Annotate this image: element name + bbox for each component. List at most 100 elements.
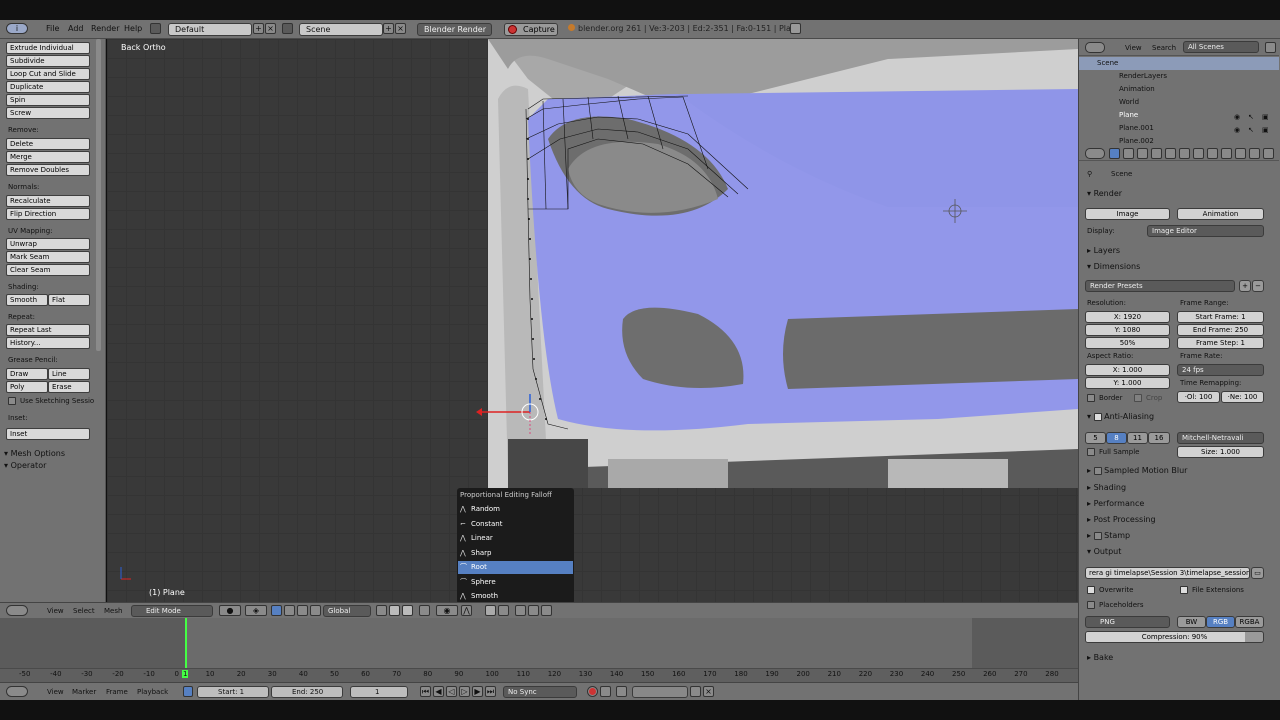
stamp-checkbox[interactable] (1093, 531, 1102, 540)
fullscreen-icon[interactable] (790, 23, 801, 34)
timeline[interactable]: -50 -40 -30 -20 -10 0 10 20 30 40 50 60 70 80 90 100 110… (0, 618, 1078, 682)
aa-filter-select[interactable]: Mitchell-Netravali (1177, 432, 1264, 444)
jump-start-icon[interactable]: ⏮ (420, 686, 431, 697)
display-select[interactable]: Image Editor (1147, 225, 1264, 237)
poly-button[interactable]: Poly (6, 381, 48, 393)
next-keyframe-icon[interactable]: ▶ (472, 686, 483, 697)
outliner-search-menu[interactable]: Search (1152, 42, 1176, 54)
render-engine-select[interactable]: Blender Render (417, 23, 492, 36)
tl-view-menu[interactable]: View (47, 686, 64, 698)
time-remap-new-field[interactable]: ·Ne: 100 (1221, 391, 1264, 403)
color-rgba-button[interactable]: RGBA (1235, 616, 1264, 628)
keying-icon[interactable] (600, 686, 611, 697)
orientation-select[interactable]: Global (323, 605, 371, 617)
color-rgb-button[interactable]: RGB (1206, 616, 1235, 628)
render-tab-icon[interactable] (1109, 148, 1120, 159)
keying-set-icon[interactable] (616, 686, 627, 697)
outliner-row-renderlayers[interactable]: RenderLayers (1079, 70, 1279, 83)
file-format-select[interactable]: PNG (1085, 616, 1170, 628)
limit-selection-icon[interactable] (419, 605, 430, 616)
erase-button[interactable]: Erase (48, 381, 90, 393)
aa-samples-16[interactable]: 16 (1148, 432, 1170, 444)
aspect-y-field[interactable]: Y: 1.000 (1085, 377, 1170, 389)
properties-editor-icon[interactable] (1085, 148, 1105, 159)
mesh-options-panel[interactable]: ▾ Mesh Options (4, 449, 65, 458)
data-tab-icon[interactable] (1193, 148, 1204, 159)
falloff-constant[interactable]: ⌐ Constant (458, 518, 573, 531)
menu-render[interactable]: Render (91, 22, 119, 36)
material-tab-icon[interactable] (1207, 148, 1218, 159)
start-frame-field[interactable]: Start: 1 (197, 686, 269, 698)
resolution-percentage-field[interactable]: 50% (1085, 337, 1170, 349)
outliner-filter-select[interactable]: All Scenes (1183, 41, 1259, 53)
clear-seam-button[interactable]: Clear Seam (6, 264, 90, 276)
scene-tab-icon[interactable] (1123, 148, 1134, 159)
inset-button[interactable]: Inset (6, 428, 90, 440)
falloff-icon[interactable]: ⋀ (461, 605, 472, 616)
world-tab-icon[interactable] (1137, 148, 1148, 159)
full-sample-checkbox[interactable] (1087, 448, 1095, 456)
dimensions-panel-header[interactable]: ▾ Dimensions (1087, 262, 1140, 271)
scene-icon[interactable] (282, 23, 293, 34)
outliner-view-menu[interactable]: View (1125, 42, 1142, 54)
render-anim-icon[interactable] (541, 605, 552, 616)
outliner-row-scene[interactable]: Scene (1079, 57, 1279, 70)
vertex-select-icon[interactable] (376, 605, 387, 616)
particles-tab-icon[interactable] (1235, 148, 1246, 159)
render-image-button[interactable]: Image (1085, 208, 1170, 220)
output-path-field[interactable]: rera gi timelapse\Session 3\timelapse_se… (1085, 567, 1250, 579)
loop-cut-button[interactable]: Loop Cut and Slide (6, 68, 90, 80)
scene-pin-icon[interactable]: ⚲ (1087, 170, 1092, 178)
frame-step-field[interactable]: Frame Step: 1 (1177, 337, 1264, 349)
flip-direction-button[interactable]: Flip Direction (6, 208, 90, 220)
aa-size-field[interactable]: Size: 1.000 (1177, 446, 1264, 458)
time-remap-old-field[interactable]: ·Ol: 100 (1177, 391, 1220, 403)
face-select-icon[interactable] (402, 605, 413, 616)
outliner-editor-icon[interactable] (1085, 42, 1105, 53)
texture-tab-icon[interactable] (1221, 148, 1232, 159)
menu-file[interactable]: File (46, 22, 59, 36)
history-button[interactable]: History... (6, 337, 90, 349)
delete-button[interactable]: Delete (6, 138, 90, 150)
viewport-shading-icon[interactable]: ● (219, 605, 241, 616)
remove-doubles-button[interactable]: Remove Doubles (6, 164, 90, 176)
subdivide-button[interactable]: Subdivide (6, 55, 90, 67)
aa-samples-8[interactable]: 8 (1106, 432, 1127, 444)
screw-button[interactable]: Screw (6, 107, 90, 119)
outliner-row-plane002[interactable]: Plane.002 (1079, 135, 1279, 145)
jump-end-icon[interactable]: ⏭ (485, 686, 496, 697)
draw-button[interactable]: Draw (6, 368, 48, 380)
layers-panel-header[interactable]: ▸ Layers (1087, 246, 1120, 255)
aa-samples-5[interactable]: 5 (1085, 432, 1106, 444)
play-icon[interactable]: ▷ (459, 686, 470, 697)
modifiers-tab-icon[interactable] (1179, 148, 1190, 159)
edge-select-icon[interactable] (389, 605, 400, 616)
scene-close-icon[interactable]: × (395, 23, 406, 34)
resolution-y-field[interactable]: Y: 1080 (1085, 324, 1170, 336)
flat-button[interactable]: Flat (48, 294, 90, 306)
bake-panel-header[interactable]: ▸ Bake (1087, 653, 1113, 662)
play-reverse-icon[interactable]: ◁ (446, 686, 457, 697)
mesh-menu[interactable]: Mesh (104, 605, 122, 617)
timeline-editor-icon[interactable] (6, 686, 28, 697)
scene-field[interactable]: Scene (299, 23, 383, 36)
snap-target-icon[interactable] (515, 605, 526, 616)
current-frame-field[interactable]: 1 (350, 686, 408, 698)
spin-button[interactable]: Spin (6, 94, 90, 106)
extra-tab-icon[interactable] (1263, 148, 1274, 159)
translate-icon[interactable] (284, 605, 295, 616)
outliner-search-icon[interactable] (1265, 42, 1276, 53)
mode-select[interactable]: Edit Mode (131, 605, 213, 617)
insert-keyframe-icon[interactable] (690, 686, 701, 697)
render-presets-select[interactable]: Render Presets (1085, 280, 1235, 292)
color-bw-button[interactable]: BW (1177, 616, 1206, 628)
stamp-panel-header[interactable]: ▸ Stamp (1087, 531, 1130, 540)
snap-element-icon[interactable] (498, 605, 509, 616)
tool-shelf-scrollbar[interactable] (96, 39, 101, 351)
layout-icon[interactable] (150, 23, 161, 34)
3d-viewport[interactable]: Back Ortho (1) Plane (107, 39, 1078, 602)
constraints-tab-icon[interactable] (1165, 148, 1176, 159)
border-checkbox[interactable] (1087, 394, 1095, 402)
extrude-individual-button[interactable]: Extrude Individual (6, 42, 90, 54)
rotate-icon[interactable] (297, 605, 308, 616)
